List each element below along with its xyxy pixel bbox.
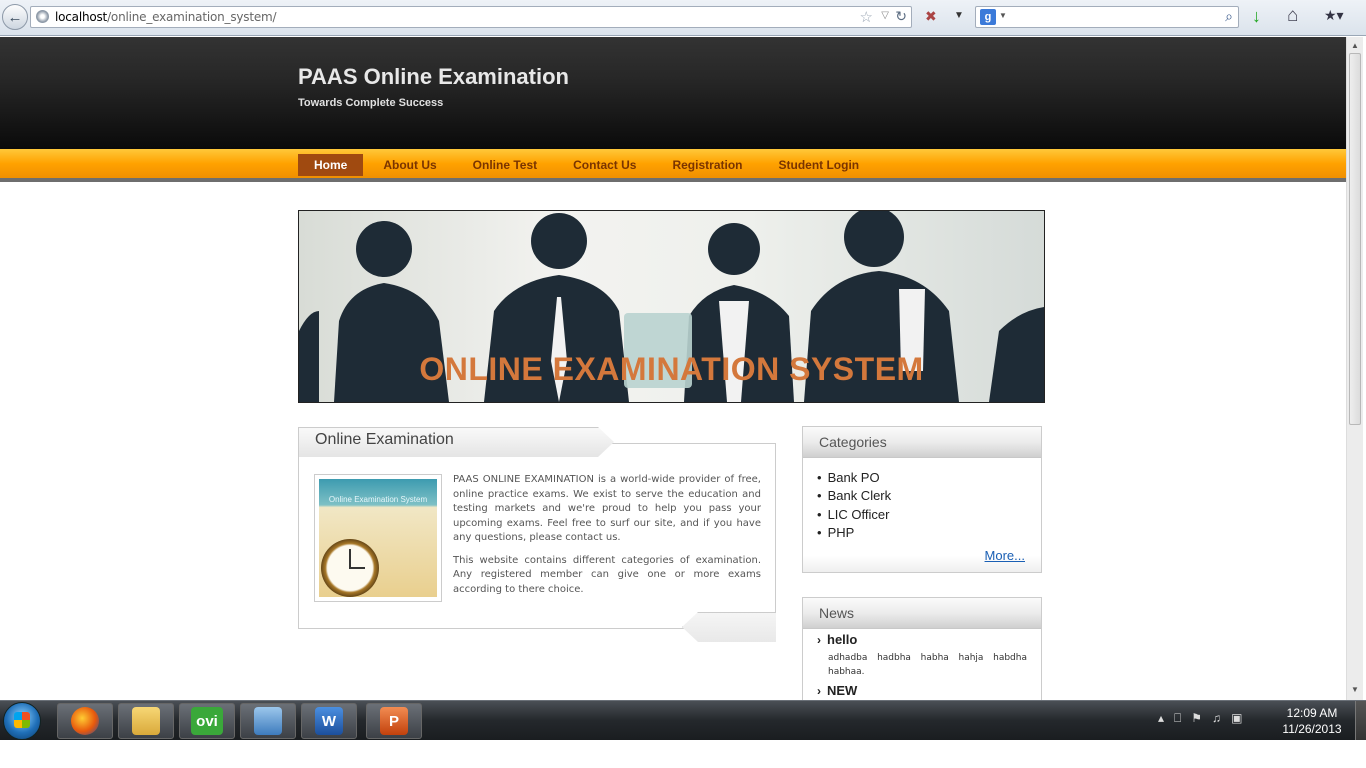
news-item-body: adhadba hadbha habha hahja habdha habhaa… [828,653,1027,677]
taskbar-word[interactable]: W [301,703,357,739]
start-button[interactable] [3,702,41,740]
categories-more-link[interactable]: More... [985,548,1025,563]
page-viewport: PAAS Online Examination Towards Complete… [0,37,1346,700]
main-title: Online Examination [315,431,454,448]
site-header: PAAS Online Examination Towards Complete… [0,37,1346,149]
folder-icon [132,707,160,735]
news-item-title[interactable]: hello [817,632,1027,647]
home-icon[interactable]: ⌂ [1287,5,1298,27]
reload-icon[interactable]: ↻ [895,8,907,25]
nav-contact-us[interactable]: Contact Us [555,154,654,176]
main-paragraph-2: This website contains different categori… [453,554,761,595]
taskbar-ovi[interactable]: ovi [179,703,235,739]
browser-toolbar: ← localhost/online_examination_system/ ☆… [0,0,1366,36]
search-icon[interactable]: ⌕ [1225,8,1233,25]
back-arrow-icon: ← [7,8,23,26]
main-paragraph-1: PAAS ONLINE EXAMINATION is a world-wide … [453,474,761,543]
taskbar-clock[interactable]: 12:09 AM 11/26/2013 [1276,705,1348,737]
nav-home[interactable]: Home [298,154,364,176]
news-item-title[interactable]: NEW [817,683,1027,698]
main-navigation: Home About Us Online Test Contact Us Reg… [0,149,1346,182]
taskbar-powerpoint[interactable]: P [366,703,422,739]
site-title: PAAS Online Examination [298,64,569,89]
category-item[interactable]: Bank PO [817,469,891,487]
address-bar[interactable]: localhost/online_examination_system/ ☆ ▽… [30,6,912,28]
news-item: NEW [817,683,1027,698]
category-item[interactable]: Bank Clerk [817,487,892,505]
back-button[interactable]: ← [2,4,28,30]
hero-banner: ONLINE EXAMINATION SYSTEM [298,210,1045,403]
vertical-scrollbar[interactable]: ▲ ▼ [1346,37,1363,700]
site-tagline: Towards Complete Success [298,97,444,109]
url-text[interactable]: localhost/online_examination_system/ [55,10,277,24]
scroll-down-arrow-icon[interactable]: ▼ [1351,685,1359,694]
scroll-up-arrow-icon[interactable]: ▲ [1351,41,1359,50]
windows-taskbar: ovi W P ▴ ⎕ ⚑ ♫ ▣ 12:09 AM 11/26/2013 [0,700,1366,741]
main-description: PAAS ONLINE EXAMINATION is a world-wide … [453,473,761,605]
nav-about-us[interactable]: About Us [365,154,454,176]
main-title-tab: Online Examination [298,427,614,457]
bookmarks-menu-icon[interactable]: ★▾ [1324,7,1354,25]
clock-date: 11/26/2013 [1282,722,1342,736]
main-footer-tab [682,612,776,642]
thumbnail-caption: Online Examination System [328,495,428,504]
categories-title: Categories [819,434,887,450]
control-panel-icon [254,707,282,735]
download-dropdown-icon[interactable]: ▼ [954,10,964,21]
action-center-flag-icon[interactable]: ⚑ [1191,711,1202,725]
downloads-icon[interactable]: ↓ [1252,6,1261,27]
main-content-box: Online Examination Online Examination Sy… [298,427,776,642]
news-title: News [819,605,855,621]
site-identity-icon[interactable] [36,10,49,23]
news-box: News hello adhadba hadbha habha hahja ha… [802,597,1042,700]
windows-logo-icon [14,712,30,728]
firefox-icon [71,707,99,735]
taskbar-file-explorer[interactable] [118,703,174,739]
categories-header: Categories [803,427,1041,458]
categories-box: Categories Bank PO Bank Clerk LIC Office… [802,426,1042,573]
usb-device-icon[interactable]: ⎕ [1174,711,1181,725]
download-status-icon[interactable]: ✖ [925,8,943,26]
nav-student-login[interactable]: Student Login [760,154,877,176]
search-bar[interactable]: g ▼ ⌕ [975,6,1239,28]
google-search-engine-icon[interactable]: g [980,9,996,25]
url-path: /online_examination_system/ [107,10,277,24]
powerpoint-icon: P [380,707,408,735]
bookmark-star-icon[interactable]: ☆ [860,8,873,26]
exam-thumbnail-image: Online Examination System [314,474,442,602]
taskbar-firefox[interactable] [57,703,113,739]
url-host: localhost [55,10,108,24]
taskbar-control-panel[interactable] [240,703,296,739]
categories-list: Bank PO Bank Clerk LIC Officer PHP [817,469,892,542]
clock-time: 12:09 AM [1286,706,1338,720]
category-item[interactable]: PHP [817,524,891,542]
search-engine-dropdown-icon[interactable]: ▼ [999,11,1007,20]
show-desktop-button[interactable] [1355,701,1366,741]
system-tray: ▴ ⎕ ⚑ ♫ ▣ [1158,711,1242,726]
word-icon: W [315,707,343,735]
category-item[interactable]: LIC Officer [817,506,891,524]
show-hidden-icons-icon[interactable]: ▴ [1158,711,1164,725]
network-icon[interactable]: ▣ [1231,711,1242,725]
news-header: News [803,598,1041,629]
nav-online-test[interactable]: Online Test [455,154,555,176]
banner-title: ONLINE EXAMINATION SYSTEM [419,351,924,387]
url-history-dropdown-icon[interactable]: ▽ [881,10,889,21]
pocket-watch-icon [321,539,379,597]
volume-icon[interactable]: ♫ [1212,711,1221,725]
news-item: hello adhadba hadbha habha hahja habdha … [817,632,1027,679]
ovi-icon: ovi [191,707,223,735]
scrollbar-thumb[interactable] [1349,53,1361,425]
nav-registration[interactable]: Registration [654,154,760,176]
